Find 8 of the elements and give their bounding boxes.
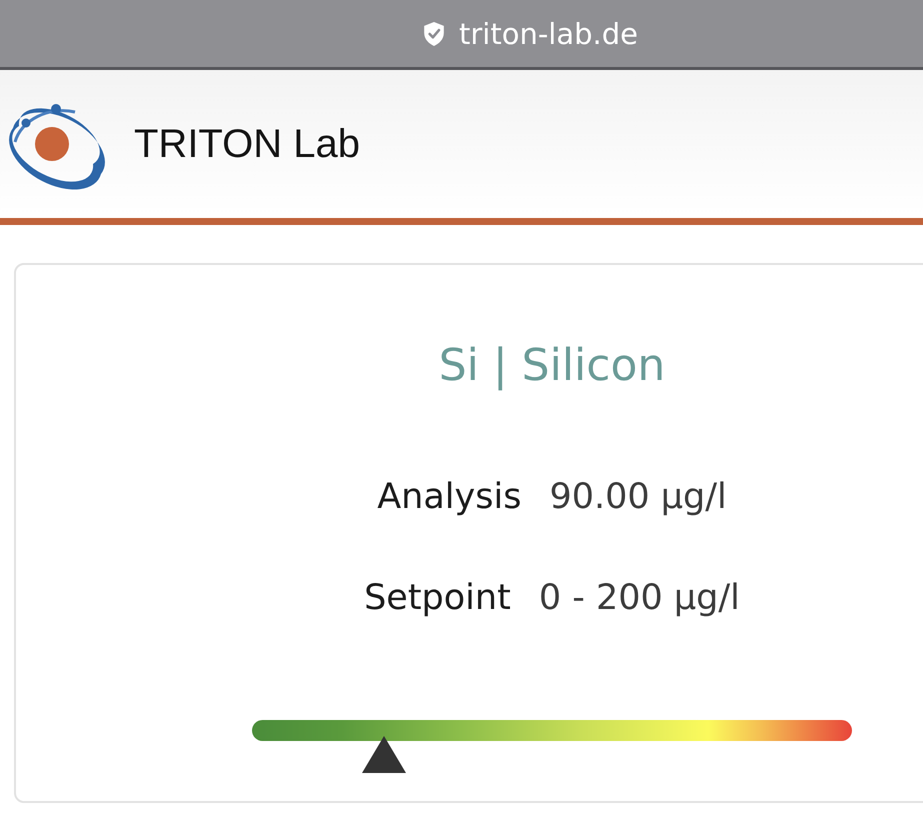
url-text: triton-lab.de: [459, 16, 638, 52]
reading-value: 90.00 µg/l: [549, 476, 727, 519]
reading-value: 0 - 200 µg/l: [538, 577, 740, 620]
reading-label: Analysis: [377, 476, 522, 519]
reading-label: Setpoint: [364, 577, 511, 620]
shield-check-icon: [423, 22, 445, 46]
brand-name[interactable]: TRITON Lab: [134, 120, 360, 168]
element-title: Si | Silicon: [438, 339, 666, 393]
